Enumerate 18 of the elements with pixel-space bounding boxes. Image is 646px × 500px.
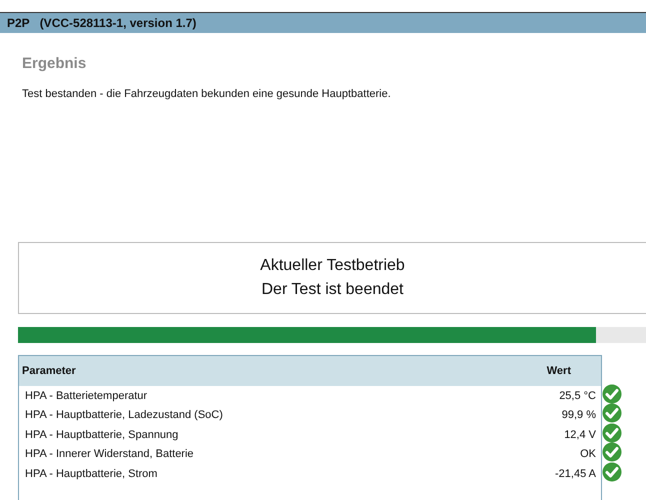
table-cell: 12,4 V xyxy=(564,428,596,441)
table-cell: HPA - Hauptbatterie, Ladezustand (SoC) xyxy=(25,409,223,422)
version-label: (VCC-528113-1, version 1.7) xyxy=(40,16,196,30)
table-cell: HPA - Hauptbatterie, Spannung xyxy=(25,428,178,441)
table-cell: HPA - Batterietemperatur xyxy=(25,390,148,402)
table-cell: HPA - Innerer Widerstand, Batterie xyxy=(25,448,194,460)
table-cell: HPA - Hauptbatterie, Strom xyxy=(25,468,158,480)
status-message: Der Test ist beendet xyxy=(261,281,404,299)
result-message: Test bestanden - die Fahrzeugdaten bekunden eine gesunde Hauptbatterie. xyxy=(22,88,392,100)
column-header: Wert xyxy=(546,365,571,377)
column-header: Parameter xyxy=(22,365,76,377)
table-cell: OK xyxy=(580,448,596,460)
table-cell: -21,45 A xyxy=(555,468,596,480)
app-title: P2P xyxy=(7,16,30,30)
section-heading: Ergebnis xyxy=(22,55,88,72)
status-title: Aktueller Testbetrieb xyxy=(260,257,405,275)
table-cell: 99,9 % xyxy=(562,409,596,422)
table-cell: 25,5 °C xyxy=(559,390,596,402)
